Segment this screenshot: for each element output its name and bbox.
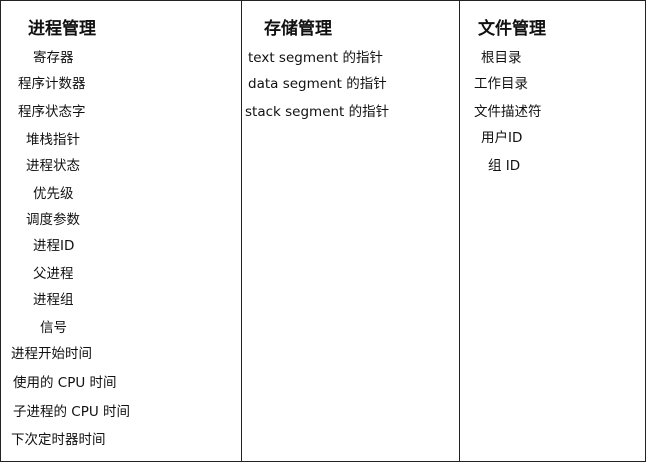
column-header-file-management: 文件管理	[478, 19, 546, 39]
process-field: 子进程的 CPU 时间	[13, 404, 131, 420]
process-field: 程序计数器	[18, 76, 86, 92]
memory-field: text segment 的指针	[248, 50, 383, 66]
process-field: 进程ID	[33, 238, 75, 254]
file-field: 根目录	[481, 50, 522, 66]
file-field: 用户ID	[481, 130, 523, 146]
file-field: 组 ID	[488, 158, 521, 174]
column-divider	[241, 1, 242, 461]
process-field: 调度参数	[26, 212, 80, 228]
process-field: 使用的 CPU 时间	[13, 375, 117, 391]
process-field: 寄存器	[33, 50, 74, 66]
process-table	[0, 0, 646, 462]
file-field: 文件描述符	[474, 104, 542, 120]
process-field: 进程状态	[26, 158, 80, 174]
process-field: 进程组	[33, 292, 74, 308]
memory-field: data segment 的指针	[248, 76, 387, 92]
column-divider	[459, 1, 460, 461]
memory-field: stack segment 的指针	[245, 104, 390, 120]
process-field: 信号	[40, 320, 67, 336]
process-field: 下次定时器时间	[11, 432, 106, 448]
process-field: 优先级	[33, 186, 74, 202]
column-header-memory-management: 存储管理	[264, 19, 332, 39]
column-header-process-management: 进程管理	[28, 19, 96, 39]
process-field: 父进程	[33, 266, 74, 282]
process-field: 堆栈指针	[26, 132, 80, 148]
process-field: 进程开始时间	[11, 346, 92, 362]
file-field: 工作目录	[474, 76, 528, 92]
process-field: 程序状态字	[18, 104, 86, 120]
